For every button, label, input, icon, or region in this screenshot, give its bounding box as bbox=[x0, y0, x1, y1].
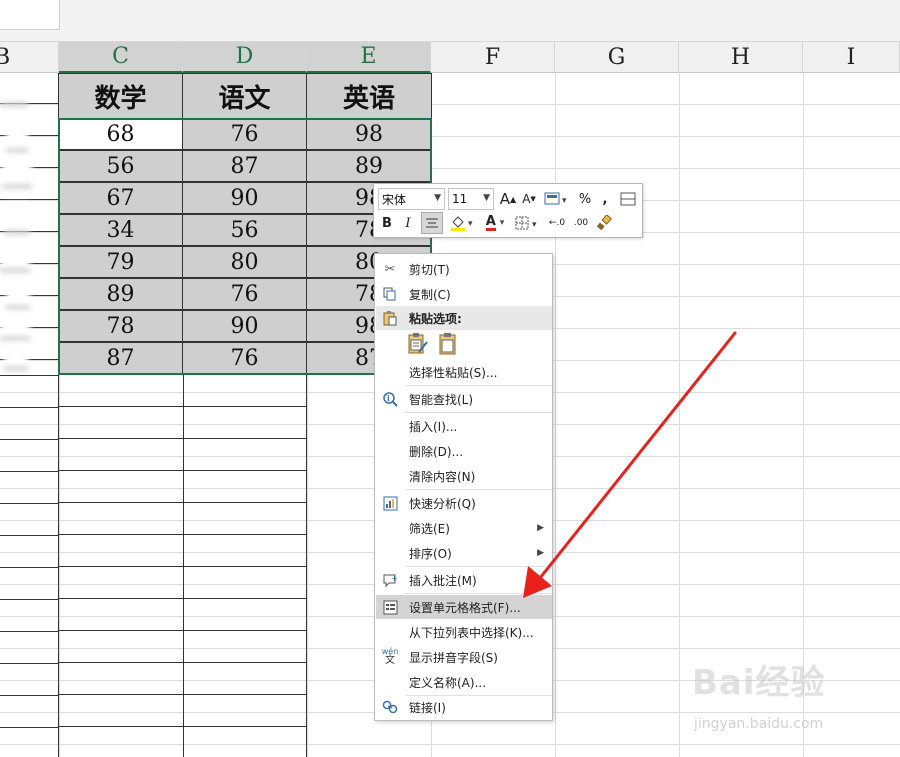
watermark-url-text: jingyan.baidu.com bbox=[694, 716, 824, 732]
spreadsheet-window: B C D E F G H I 数学 语文 英语 68 76 98 56 87 … bbox=[0, 0, 900, 757]
watermark-logo: Bai经验 bbox=[692, 655, 826, 704]
watermark-brand: Bai经验 bbox=[692, 663, 826, 703]
watermark-url: jingyan.baidu.com bbox=[694, 716, 823, 732]
annotation-arrow bbox=[523, 331, 737, 598]
